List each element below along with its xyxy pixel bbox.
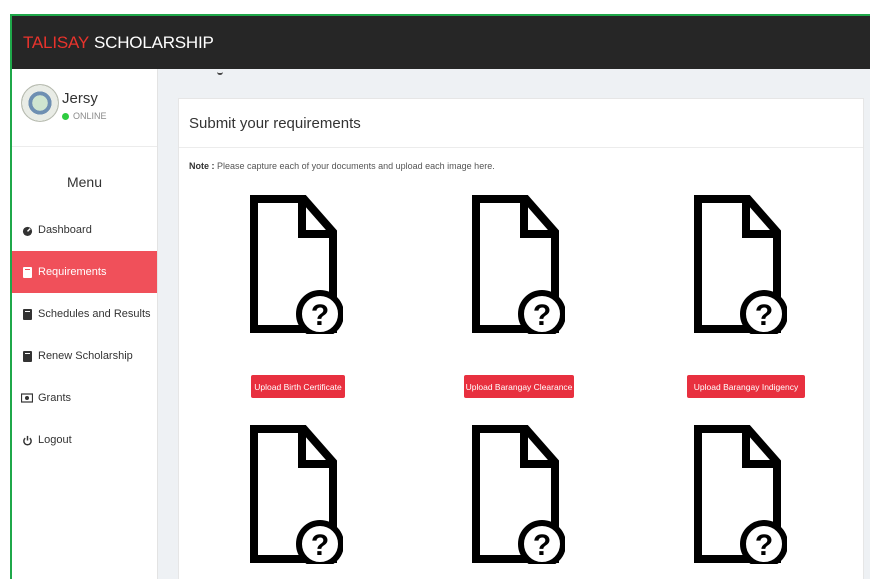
svg-text:?: ? xyxy=(311,529,329,562)
menu-title: Menu xyxy=(66,174,103,190)
book-icon xyxy=(21,266,33,278)
sidebar-item-label: Schedules and Results xyxy=(38,308,151,320)
svg-text:?: ? xyxy=(755,299,773,332)
svg-text:?: ? xyxy=(755,529,773,562)
sidebar-item-grants[interactable]: Grants xyxy=(12,377,157,419)
document-unknown-icon: ? xyxy=(472,195,565,334)
sidebar: Jersy ONLINE Menu Dashboard Requirements… xyxy=(12,69,158,579)
brand-logo[interactable]: TALISAY SCHOLARSHIP xyxy=(23,33,214,53)
sidebar-item-logout[interactable]: Logout xyxy=(12,419,157,461)
book-icon xyxy=(21,308,33,320)
upload-birth-certificate-button[interactable]: Upload Birth Certificate xyxy=(251,375,345,398)
power-icon xyxy=(21,434,33,446)
user-status: ONLINE xyxy=(62,111,107,121)
sidebar-item-renew-scholarship[interactable]: Renew Scholarship xyxy=(12,335,157,377)
money-icon xyxy=(21,392,33,404)
tachometer-icon xyxy=(21,224,33,236)
page-heading-fragment xyxy=(217,69,223,75)
sidebar-item-label: Logout xyxy=(38,434,72,446)
sidebar-item-label: Dashboard xyxy=(38,224,92,236)
svg-text:?: ? xyxy=(311,299,329,332)
sidebar-item-label: Requirements xyxy=(38,266,107,278)
book-icon xyxy=(21,350,33,362)
brand-part-1: TALISAY xyxy=(23,32,89,52)
note-label: Note : xyxy=(189,161,215,171)
svg-text:?: ? xyxy=(533,529,551,562)
requirements-panel: Submit your requirements Note : Please c… xyxy=(178,98,864,579)
note-text: Please capture each of your documents an… xyxy=(217,161,495,171)
sidebar-item-label: Renew Scholarship xyxy=(38,350,133,362)
document-unknown-icon: ? xyxy=(694,425,787,564)
online-dot-icon xyxy=(62,112,69,120)
avatar xyxy=(21,84,59,122)
document-unknown-icon: ? xyxy=(694,195,787,334)
document-unknown-icon: ? xyxy=(250,425,343,564)
sidebar-item-dashboard[interactable]: Dashboard xyxy=(12,209,157,251)
user-panel: Jersy ONLINE xyxy=(12,69,157,147)
app-frame: TALISAY SCHOLARSHIP Jersy ONLINE Menu Das… xyxy=(10,14,870,579)
upload-note: Note : Please capture each of your docum… xyxy=(179,148,863,171)
brand-part-2: SCHOLARSHIP xyxy=(94,32,214,52)
document-unknown-icon: ? xyxy=(472,425,565,564)
top-navbar: TALISAY SCHOLARSHIP xyxy=(12,16,870,69)
svg-text:?: ? xyxy=(533,299,551,332)
user-name: Jersy xyxy=(62,90,98,107)
upload-barangay-clearance-button[interactable]: Upload Barangay Clearance xyxy=(464,375,574,398)
sidebar-item-requirements[interactable]: Requirements xyxy=(12,251,157,293)
sidebar-item-label: Grants xyxy=(38,392,72,404)
upload-barangay-indigency-button[interactable]: Upload Barangay Indigency xyxy=(687,375,805,398)
sidebar-item-schedules-results[interactable]: Schedules and Results xyxy=(12,293,157,335)
user-status-text: ONLINE xyxy=(73,111,107,121)
panel-title: Submit your requirements xyxy=(179,99,863,148)
document-unknown-icon: ? xyxy=(250,195,343,334)
